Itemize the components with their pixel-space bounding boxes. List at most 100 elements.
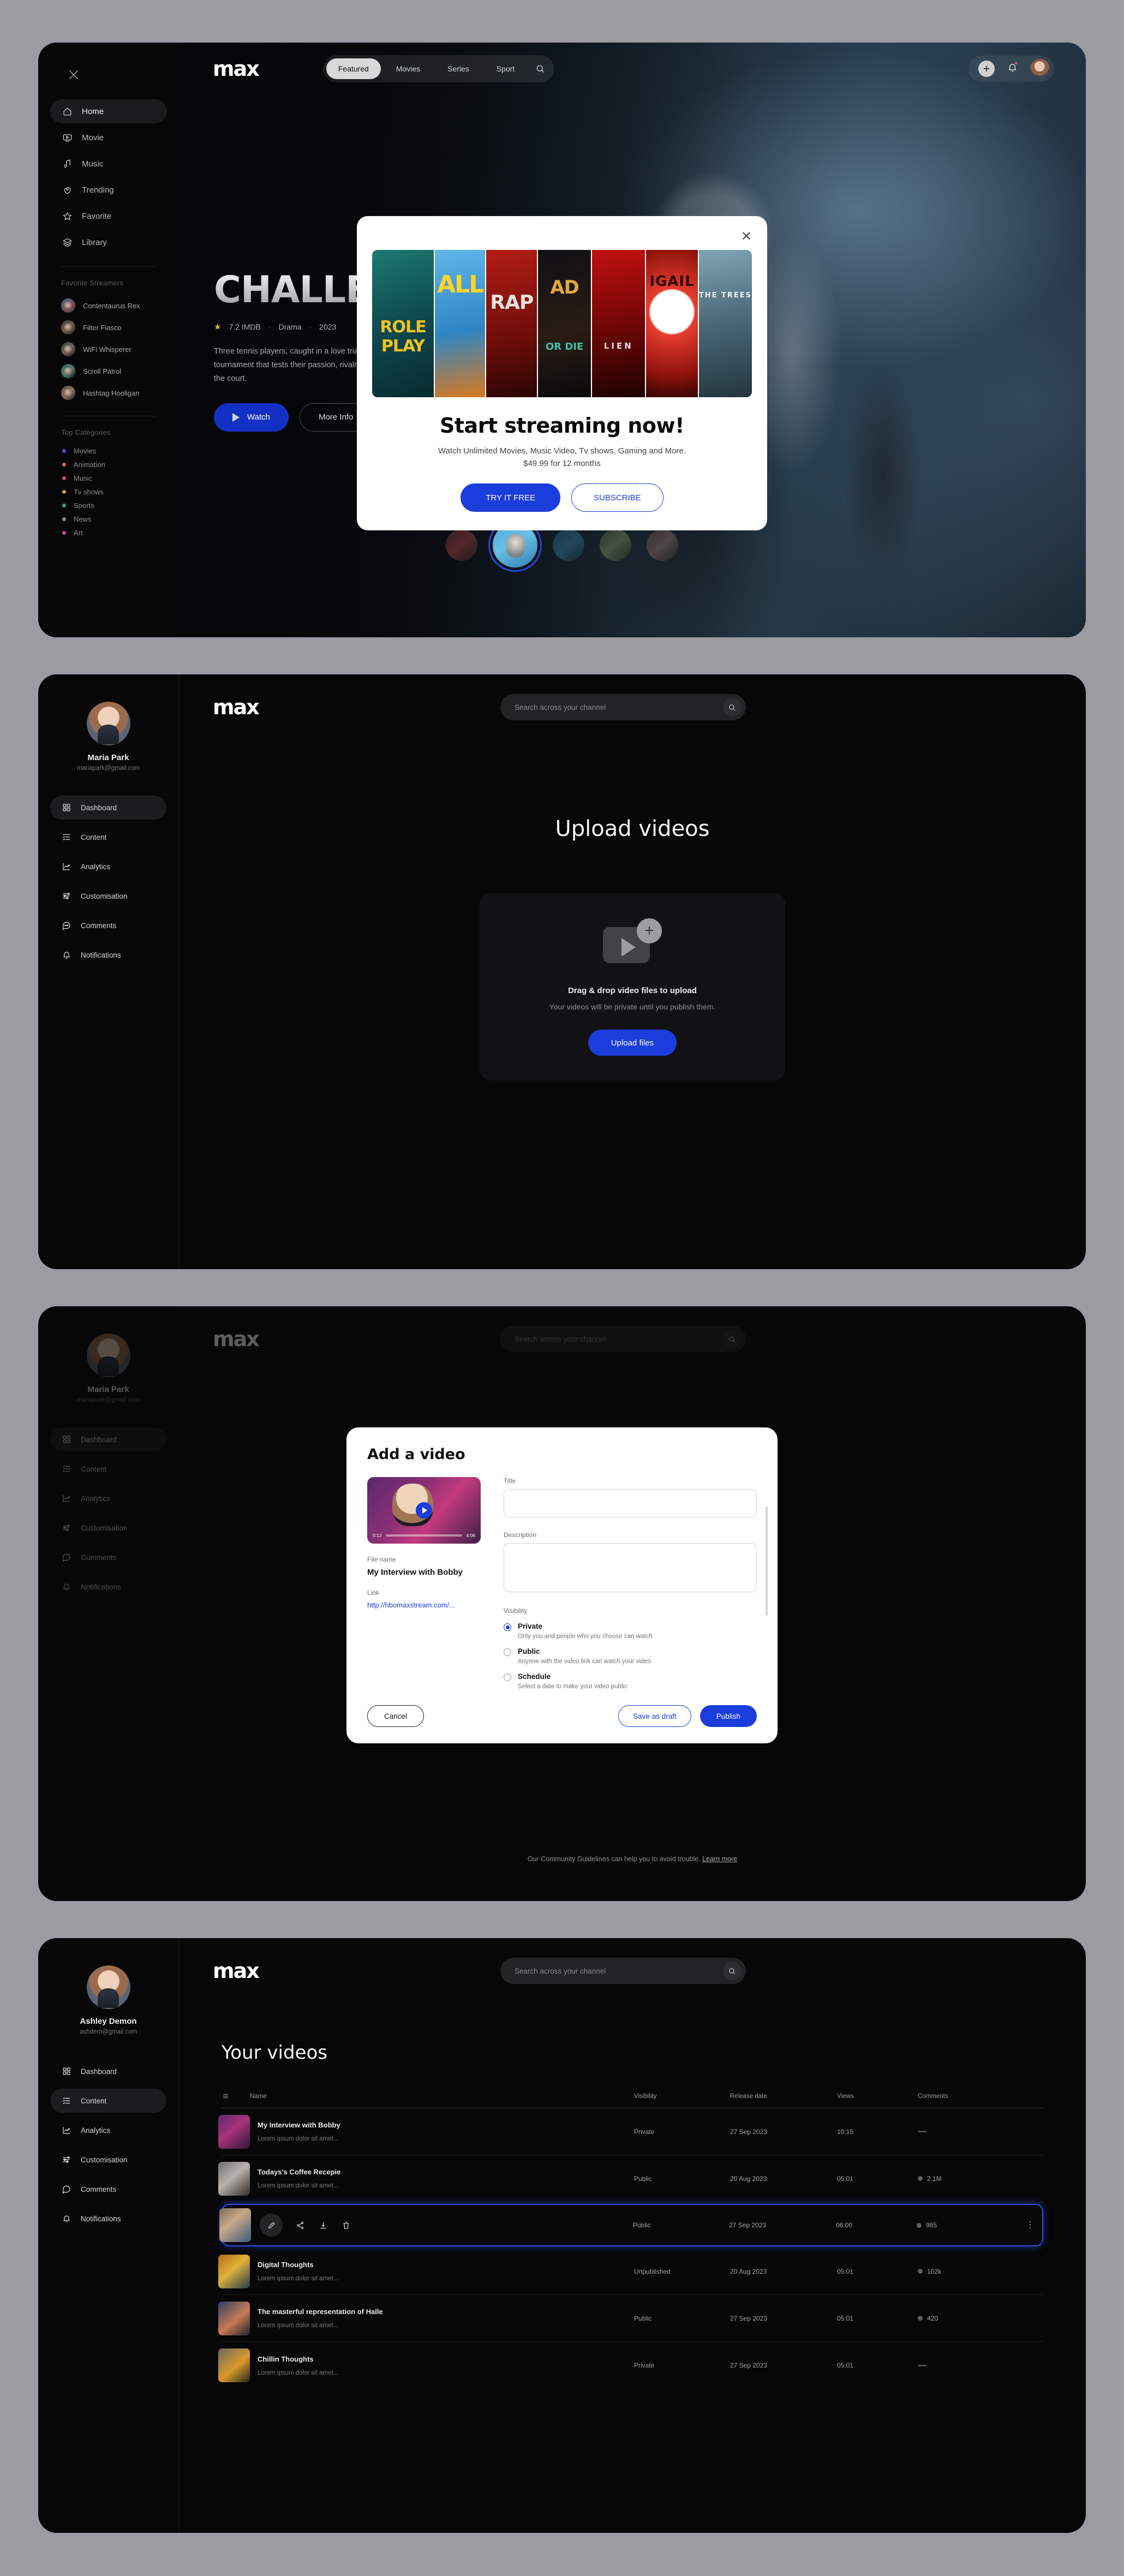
title-input[interactable]: [504, 1489, 757, 1517]
poster[interactable]: THE TREES: [698, 250, 752, 397]
sidebar-item-analytics[interactable]: Analytics: [50, 2118, 166, 2142]
more-vertical-icon[interactable]: ⋮: [1018, 2220, 1042, 2229]
try-it-free-button[interactable]: TRY IT FREE: [461, 483, 561, 512]
search-icon[interactable]: [722, 1330, 742, 1348]
video-link[interactable]: http://hbomaxstream.com/...: [367, 1601, 481, 1609]
sidebar-item-favorite[interactable]: Favorite: [50, 204, 167, 228]
video-progress[interactable]: 0:12 4:06: [373, 1533, 475, 1538]
search-input[interactable]: [514, 703, 723, 712]
sidebar-item-trending[interactable]: Trending: [50, 178, 167, 202]
search-bar[interactable]: [500, 1958, 746, 1984]
table-row[interactable]: The masterful representation of Halle Lo…: [218, 2295, 1043, 2342]
sidebar-item-music[interactable]: Music: [50, 152, 167, 176]
progress-track[interactable]: [385, 1534, 463, 1537]
share-icon[interactable]: [295, 2220, 306, 2231]
plus-icon[interactable]: +: [978, 61, 995, 77]
radio-option-private[interactable]: Private Only you and people who you choo…: [504, 1622, 757, 1640]
edit-icon[interactable]: [260, 2214, 283, 2237]
streamer-item[interactable]: Contentaurus Rex: [38, 295, 179, 316]
radio-option-schedule[interactable]: Schedule Select a date to make your vide…: [504, 1672, 757, 1690]
streamer-item[interactable]: Scroll Patrol: [38, 360, 179, 382]
search-bar[interactable]: [500, 1326, 746, 1352]
carousel-item[interactable]: [600, 529, 631, 561]
watch-button[interactable]: Watch: [214, 403, 289, 432]
poster[interactable]: LIEN: [592, 250, 645, 397]
video-thumbnail[interactable]: 0:12 4:06: [367, 1477, 481, 1544]
category-item[interactable]: Animation: [38, 458, 179, 471]
search-icon[interactable]: [722, 698, 742, 716]
streamer-item[interactable]: Hashtag Hooligan: [38, 382, 179, 404]
sidebar-item-customisation[interactable]: Customisation: [50, 2148, 166, 2172]
sidebar-item-comments[interactable]: Comments: [50, 1545, 166, 1569]
table-row[interactable]: My Interview with Bobby Lorem ipsum dolo…: [218, 2108, 1043, 2155]
table-row[interactable]: Digital Thoughts Lorem ipsum dolor sit a…: [218, 2248, 1043, 2295]
sidebar-item-notifications[interactable]: Notifications: [50, 943, 166, 967]
sidebar-item-library[interactable]: Library: [50, 230, 167, 254]
tab-movies[interactable]: Movies: [384, 58, 432, 79]
search-icon[interactable]: [722, 1962, 742, 1980]
carousel-item[interactable]: [553, 529, 584, 561]
sidebar-item-comments[interactable]: Comments: [50, 913, 166, 937]
tab-featured[interactable]: Featured: [326, 58, 381, 79]
filter-icon[interactable]: [222, 2092, 250, 2100]
dropzone[interactable]: + Drag & drop video files to upload Your…: [480, 893, 785, 1080]
table-row[interactable]: Chillin Thoughts Lorem ipsum dolor sit a…: [218, 2342, 1043, 2389]
sidebar-item-content[interactable]: Content: [50, 1457, 166, 1481]
sidebar-item-dashboard[interactable]: Dashboard: [50, 1427, 166, 1451]
sidebar-item-customisation[interactable]: Customisation: [50, 1516, 166, 1540]
carousel-item[interactable]: [647, 529, 678, 561]
play-icon[interactable]: [416, 1502, 432, 1519]
save-as-draft-button[interactable]: Save as draft: [618, 1705, 691, 1727]
publish-button[interactable]: Publish: [699, 1705, 757, 1727]
sidebar-item-comments[interactable]: Comments: [50, 2177, 166, 2201]
learn-more-link[interactable]: Learn more: [702, 1855, 737, 1863]
radio-private[interactable]: [504, 1623, 511, 1631]
category-item[interactable]: Sports: [38, 499, 179, 512]
search-bar[interactable]: [500, 694, 746, 720]
sidebar-item-content[interactable]: Content: [50, 2089, 166, 2113]
radio-option-public[interactable]: Public Anyone with the video link can wa…: [504, 1647, 757, 1665]
download-icon[interactable]: [318, 2220, 328, 2231]
bell-icon[interactable]: [1007, 62, 1018, 76]
poster[interactable]: IGAIL: [646, 250, 698, 397]
close-icon[interactable]: [67, 68, 83, 84]
sidebar-item-home[interactable]: Home: [50, 99, 167, 123]
sidebar-item-notifications[interactable]: Notifications: [50, 1575, 166, 1599]
avatar[interactable]: [86, 1334, 130, 1377]
tab-sport[interactable]: Sport: [485, 58, 527, 79]
sidebar-item-dashboard[interactable]: Dashboard: [50, 2059, 166, 2083]
table-row-selected[interactable]: Public 27 Sep 2023 06:00 985 ⋮: [219, 2204, 1043, 2246]
sidebar-item-analytics[interactable]: Analytics: [50, 1486, 166, 1510]
category-item[interactable]: Art: [38, 526, 179, 540]
radio-public[interactable]: [504, 1648, 511, 1656]
sidebar-item-analytics[interactable]: Analytics: [50, 854, 166, 878]
delete-icon[interactable]: [340, 2220, 351, 2231]
avatar[interactable]: [86, 702, 130, 745]
upload-files-button[interactable]: Upload files: [588, 1030, 677, 1056]
sidebar-item-dashboard[interactable]: Dashboard: [50, 796, 166, 820]
tab-series[interactable]: Series: [435, 58, 481, 79]
poster[interactable]: RAP: [486, 250, 537, 397]
sidebar-item-notifications[interactable]: Notifications: [50, 2207, 166, 2231]
category-item[interactable]: Tv shows: [38, 485, 179, 499]
poster[interactable]: ROLE PLAY: [372, 250, 434, 397]
subscribe-button[interactable]: SUBSCRIBE: [571, 483, 663, 512]
category-item[interactable]: Music: [38, 471, 179, 485]
streamer-item[interactable]: Filter Fiasco: [38, 316, 179, 338]
table-row[interactable]: Todays's Coffee Recepie Lorem ipsum dolo…: [218, 2155, 1043, 2202]
carousel-item[interactable]: [446, 529, 477, 561]
poster[interactable]: ALL: [434, 250, 486, 397]
streamer-item[interactable]: WiFi Whisperer: [38, 338, 179, 360]
description-input[interactable]: [504, 1543, 757, 1592]
modal-scrollbar[interactable]: [766, 1507, 768, 1616]
sidebar-item-customisation[interactable]: Customisation: [50, 884, 166, 908]
search-icon[interactable]: [530, 58, 551, 79]
search-input[interactable]: [514, 1967, 723, 1975]
radio-schedule[interactable]: [504, 1673, 511, 1681]
poster[interactable]: AD OR DIE: [538, 250, 591, 397]
sidebar-item-content[interactable]: Content: [50, 825, 166, 849]
category-item[interactable]: Movies: [38, 444, 179, 458]
sidebar-item-movie[interactable]: Movie: [50, 125, 167, 150]
search-input[interactable]: [514, 1335, 723, 1343]
avatar[interactable]: [86, 1965, 130, 2009]
